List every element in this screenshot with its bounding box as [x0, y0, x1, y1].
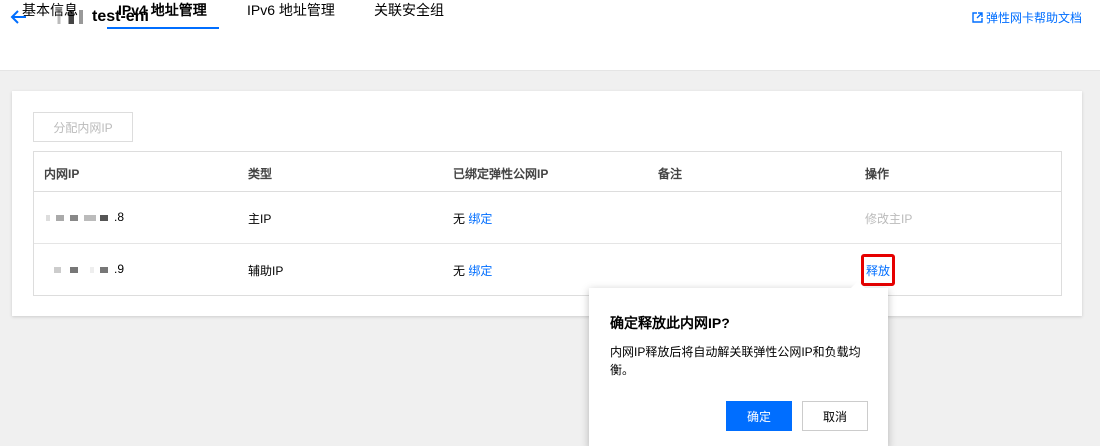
tab-security-group[interactable]: 关联安全组 — [374, 0, 444, 28]
col-header-ip: 内网IP — [44, 167, 80, 181]
table-header: 内网IP 类型 已绑定弹性公网IP 备注 操作 — [34, 152, 1061, 192]
confirm-button[interactable]: 确定 — [726, 401, 792, 431]
release-confirm-popover: 确定释放此内网IP? 内网IP释放后将自动解关联弹性公网IP和负载均衡。 确定 … — [589, 281, 888, 446]
help-doc-label: 弹性网卡帮助文档 — [985, 11, 1082, 25]
allocate-ip-button[interactable]: 分配内网IP — [33, 112, 133, 142]
modify-primary-ip-link[interactable]: 修改主IP — [865, 210, 912, 227]
tab-basic-info[interactable]: 基本信息 — [22, 0, 78, 28]
popover-title: 确定释放此内网IP? — [610, 315, 730, 331]
col-header-type: 类型 — [248, 167, 273, 181]
popover-message: 内网IP释放后将自动解关联弹性公网IP和负载均衡。 — [610, 345, 861, 377]
cancel-button[interactable]: 取消 — [802, 401, 868, 431]
col-header-action: 操作 — [865, 167, 890, 181]
col-header-eip: 已绑定弹性公网IP — [453, 167, 549, 181]
table-row: .9 辅助IP 无 绑定 释放 — [34, 244, 1061, 296]
eip-cell: 无 绑定 — [453, 212, 493, 226]
col-header-remark: 备注 — [658, 167, 683, 181]
ip-cell: .8 — [44, 210, 124, 224]
redacted-ip — [54, 266, 108, 273]
tab-ipv4[interactable]: IPv4 地址管理 — [107, 0, 219, 29]
type-cell: 主IP — [248, 212, 272, 226]
bind-eip-link[interactable]: 绑定 — [468, 212, 492, 226]
redacted-ip — [46, 214, 108, 221]
ip-table: 内网IP 类型 已绑定弹性公网IP 备注 操作 .8 主IP 无 绑定 修改主I… — [33, 151, 1062, 296]
external-link-icon — [972, 12, 983, 23]
bind-eip-link[interactable]: 绑定 — [468, 264, 492, 278]
type-cell: 辅助IP — [248, 264, 284, 278]
header-bar: test-eni 弹性网卡帮助文档 基本信息 IPv4 地址管理 IPv6 地址… — [0, 0, 1100, 71]
release-highlight-box: 释放 — [861, 254, 895, 286]
release-ip-link[interactable]: 释放 — [866, 262, 890, 279]
table-row: .8 主IP 无 绑定 修改主IP — [34, 192, 1061, 244]
eip-cell: 无 绑定 — [453, 264, 493, 278]
ip-cell: .9 — [44, 262, 124, 276]
tab-ipv6[interactable]: IPv6 地址管理 — [247, 0, 335, 28]
ip-management-card: 分配内网IP 内网IP 类型 已绑定弹性公网IP 备注 操作 .8 主IP 无 — [12, 91, 1082, 316]
help-doc-link[interactable]: 弹性网卡帮助文档 — [972, 9, 1082, 26]
